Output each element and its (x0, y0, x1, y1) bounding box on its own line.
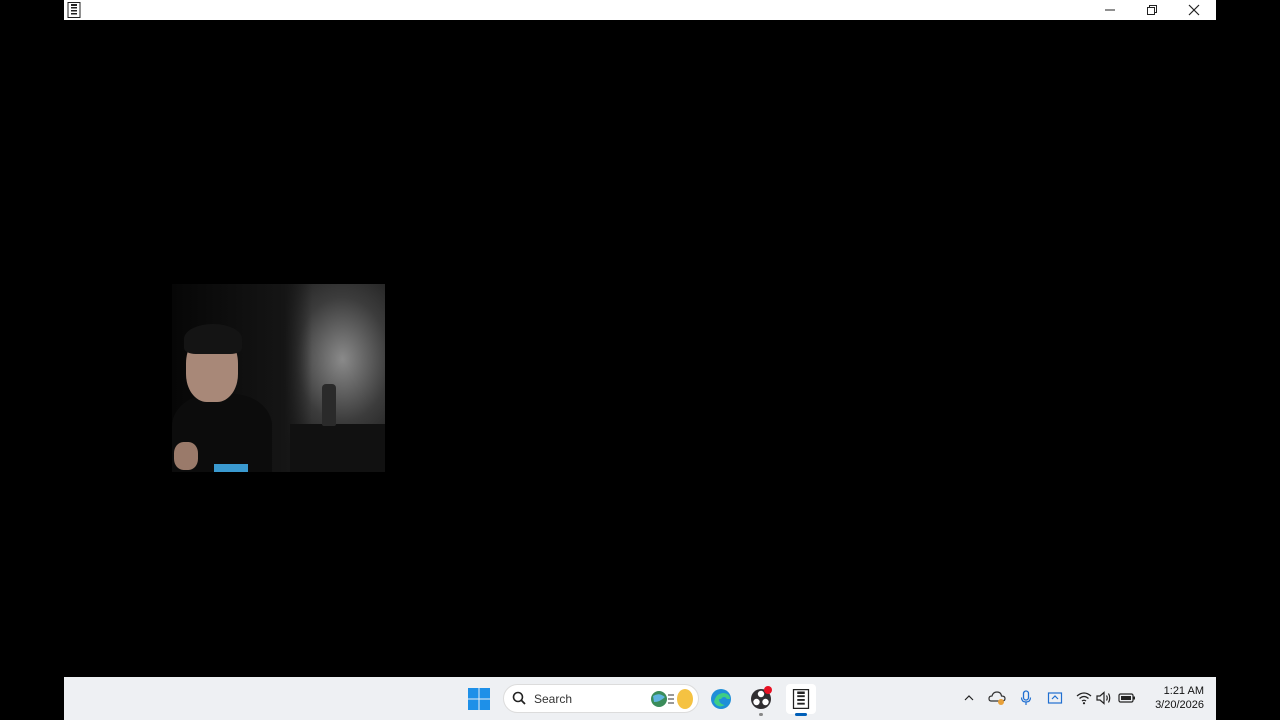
show-hidden-icons-button[interactable] (960, 689, 978, 707)
volume-icon (1096, 691, 1111, 705)
display-icon (1047, 692, 1063, 704)
minimize-icon (1105, 9, 1115, 11)
taskbar-clock[interactable]: 1:21 AM 3/20/2026 (1142, 684, 1204, 712)
restore-button[interactable] (1131, 0, 1173, 20)
taskbar-app-edge[interactable] (706, 684, 736, 714)
search-icon (512, 691, 526, 705)
chevron-up-icon (964, 695, 974, 701)
start-button[interactable] (464, 685, 494, 713)
minimize-button[interactable] (1089, 0, 1131, 20)
search-label: Search (534, 692, 573, 706)
close-icon (1188, 4, 1200, 16)
webcam-person-hand (174, 442, 198, 470)
webcam-desk (290, 424, 385, 472)
taskbar-app-archive[interactable] (786, 684, 816, 716)
tray-wifi[interactable] (1075, 689, 1093, 707)
close-button[interactable] (1173, 0, 1215, 20)
recording-indicator (764, 686, 772, 694)
tray-volume[interactable] (1095, 689, 1113, 707)
battery-icon (1118, 693, 1135, 703)
webcam-bottle (322, 384, 336, 426)
windows-start-icon (468, 688, 490, 710)
window-titlebar[interactable] (64, 0, 1216, 20)
webcam-feed (172, 284, 385, 472)
restore-icon (1147, 5, 1157, 15)
onedrive-icon (988, 691, 1006, 705)
edge-icon (711, 689, 731, 709)
microphone-icon (1020, 690, 1032, 705)
tray-battery[interactable] (1118, 689, 1136, 707)
app-content-area[interactable] (0, 20, 1280, 677)
taskbar-app-obs[interactable] (746, 684, 776, 716)
zip-archive-icon[interactable] (66, 2, 82, 18)
zip-archive-icon (792, 689, 810, 709)
tray-display[interactable] (1046, 689, 1064, 707)
clock-date: 3/20/2026 (1155, 699, 1204, 711)
wifi-icon (1076, 692, 1092, 705)
taskbar: Search 1:21 AM 3/20/2026 (64, 677, 1216, 720)
running-indicator (759, 713, 763, 716)
clock-time: 1:21 AM (1163, 685, 1204, 697)
search-box[interactable]: Search (503, 684, 699, 713)
search-highlight-icon (651, 689, 693, 709)
tray-onedrive[interactable] (988, 689, 1006, 707)
active-app-indicator (795, 713, 807, 716)
webcam-shirt-logo (214, 464, 248, 472)
webcam-person-hair (184, 324, 242, 354)
tray-microphone[interactable] (1017, 689, 1035, 707)
